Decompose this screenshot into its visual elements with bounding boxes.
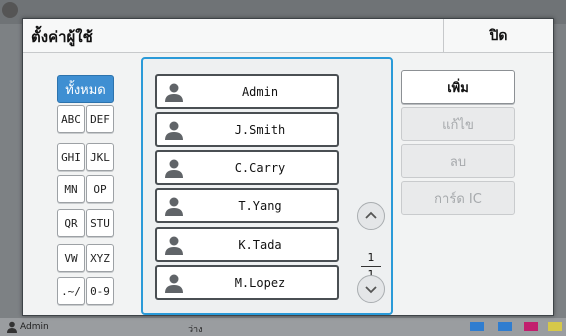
- user-item-jsmith[interactable]: J.Smith: [155, 112, 339, 147]
- status-user-name: Admin: [20, 322, 49, 332]
- user-item-ccarry[interactable]: C.Carry: [155, 150, 339, 185]
- ink-k-icon: [548, 322, 562, 331]
- user-name: Admin: [241, 84, 279, 99]
- filter-key-stu[interactable]: STU: [86, 209, 114, 237]
- filter-key-qr[interactable]: QR: [57, 209, 85, 237]
- filter-all-button[interactable]: ทั้งหมด: [57, 75, 114, 103]
- user-icon: [165, 197, 183, 216]
- filter-key-jkl[interactable]: JKL: [86, 143, 114, 171]
- filter-key-abc[interactable]: ABC: [57, 105, 85, 133]
- chevron-down-icon: [365, 286, 377, 294]
- scroll-up-button[interactable]: [357, 202, 385, 230]
- user-icon: [7, 321, 17, 333]
- ink-y-icon: [524, 322, 538, 331]
- filter-key-vw[interactable]: VW: [57, 244, 85, 272]
- dialog-title: ตั้งค่าผู้ใช้: [31, 28, 93, 46]
- chevron-up-icon: [365, 211, 377, 219]
- page-divider: [361, 266, 381, 267]
- filter-key-def[interactable]: DEF: [86, 105, 114, 133]
- user-icon: [165, 236, 183, 255]
- user-icon: [165, 274, 183, 293]
- ink-c-icon: [470, 322, 484, 331]
- filter-key-ghi[interactable]: GHI: [57, 143, 85, 171]
- user-item-mlopez[interactable]: M.Lopez: [155, 265, 339, 300]
- user-name: K.Tada: [238, 237, 282, 252]
- delete-user-button[interactable]: ลบ: [401, 144, 515, 178]
- user-name: T.Yang: [238, 198, 282, 213]
- gear-icon: [2, 2, 18, 18]
- edit-user-button[interactable]: แก้ไข: [401, 107, 515, 141]
- user-settings-dialog: ตั้งค่าผู้ใช้ ปิด ทั้งหมด ABC DEF GHI JK…: [22, 18, 554, 316]
- user-icon: [165, 83, 183, 102]
- ink-m-icon: [498, 322, 512, 331]
- user-icon: [165, 121, 183, 140]
- user-item-admin[interactable]: Admin: [155, 74, 339, 109]
- filter-key-mn[interactable]: MN: [57, 175, 85, 203]
- user-icon: [165, 159, 183, 178]
- filter-key-digits[interactable]: 0-9: [86, 277, 114, 305]
- user-item-tyang[interactable]: T.Yang: [155, 188, 339, 223]
- dialog-header: ตั้งค่าผู้ใช้ ปิด: [23, 19, 553, 53]
- close-button[interactable]: ปิด: [444, 19, 553, 52]
- user-name: J.Smith: [234, 122, 286, 137]
- filter-key-op[interactable]: OP: [86, 175, 114, 203]
- filter-key-xyz[interactable]: XYZ: [86, 244, 114, 272]
- filter-key-symbols[interactable]: .~/: [57, 277, 85, 305]
- status-text: ว่าง: [188, 325, 203, 335]
- add-user-button[interactable]: เพิ่ม: [401, 70, 515, 104]
- scroll-down-button[interactable]: [357, 275, 385, 303]
- user-name: C.Carry: [234, 160, 286, 175]
- page-current: 1: [367, 251, 375, 264]
- ic-card-button[interactable]: การ์ด IC: [401, 181, 515, 215]
- user-item-ktada[interactable]: K.Tada: [155, 227, 339, 262]
- user-name: M.Lopez: [234, 275, 286, 290]
